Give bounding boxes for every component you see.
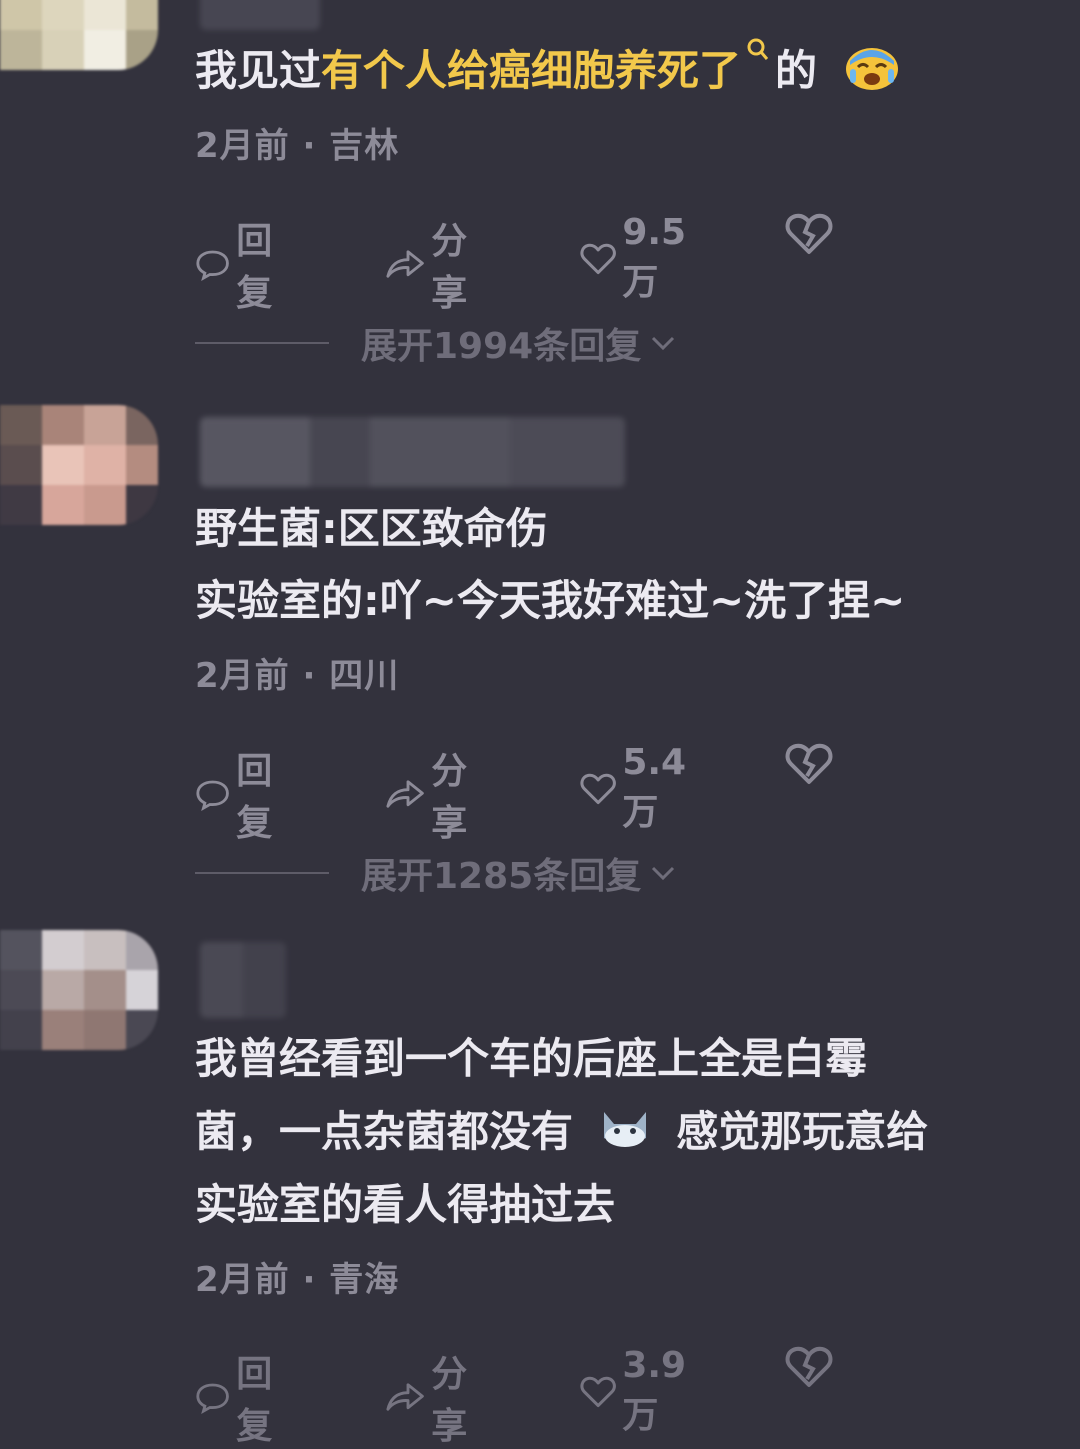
avatar[interactable]: [0, 930, 158, 1050]
dislike-button[interactable]: [785, 742, 839, 786]
speech-bubble-icon: [196, 780, 229, 811]
like-button[interactable]: 5.4万: [580, 742, 698, 835]
comment-meta: 2月前 · 吉林: [195, 126, 400, 166]
crying-face-emoji: [844, 41, 900, 90]
share-arrow-icon: [386, 1383, 424, 1411]
share-arrow-icon: [386, 250, 424, 278]
search-icon[interactable]: [745, 37, 771, 67]
avatar[interactable]: [0, 0, 158, 70]
like-button[interactable]: 9.5万: [580, 212, 698, 305]
reply-button[interactable]: 回复: [195, 212, 287, 316]
comment-text-line-1: 我曾经看到一个车的后座上全是白霉: [195, 1034, 868, 1083]
cat-emoji: [598, 1100, 652, 1147]
share-button[interactable]: 分享: [385, 212, 483, 316]
chevron-down-icon: [652, 336, 675, 351]
share-button[interactable]: 分享: [385, 742, 483, 846]
broken-heart-icon: [785, 743, 833, 784]
heart-icon: [580, 243, 616, 274]
dislike-button[interactable]: [785, 1345, 839, 1389]
reply-button[interactable]: 回复: [195, 1345, 287, 1449]
username-blurred[interactable]: [200, 0, 320, 30]
heart-icon: [580, 1376, 616, 1407]
comment-meta: 2月前 · 青海: [195, 1260, 400, 1300]
username-blurred[interactable]: [200, 417, 625, 487]
like-button[interactable]: 3.9万: [580, 1345, 698, 1438]
broken-heart-icon: [785, 1346, 833, 1387]
comment-text-line-2: 实验室的:吖~今天我好难过~洗了捏~: [195, 576, 906, 625]
share-button[interactable]: 分享: [385, 1345, 483, 1449]
expand-replies-button[interactable]: 展开1994条回复: [195, 318, 895, 368]
broken-heart-icon: [785, 213, 833, 254]
comment-text: 我见过有个人给癌细胞养死了的: [195, 35, 1045, 107]
speech-bubble-icon: [196, 1383, 229, 1414]
avatar[interactable]: [0, 405, 158, 525]
divider-line: [195, 872, 329, 874]
chevron-down-icon: [652, 866, 675, 881]
comment-text-line-1: 野生菌:区区致命伤: [195, 504, 548, 553]
comment-text-line-2: 菌，一点杂菌都没有 感觉那玩意给: [195, 1096, 1045, 1168]
reply-button[interactable]: 回复: [195, 742, 287, 846]
search-highlight-link[interactable]: 有个人给癌细胞养死了: [321, 46, 741, 95]
speech-bubble-icon: [196, 250, 229, 281]
comment-text-line-3: 实验室的看人得抽过去: [195, 1180, 616, 1229]
share-arrow-icon: [386, 780, 424, 808]
expand-replies-button[interactable]: 展开1285条回复: [195, 848, 895, 898]
username-blurred[interactable]: [200, 942, 286, 1018]
divider-line: [195, 342, 329, 344]
dislike-button[interactable]: [785, 212, 839, 256]
heart-icon: [580, 773, 616, 804]
comment-meta: 2月前 · 四川: [195, 656, 400, 696]
